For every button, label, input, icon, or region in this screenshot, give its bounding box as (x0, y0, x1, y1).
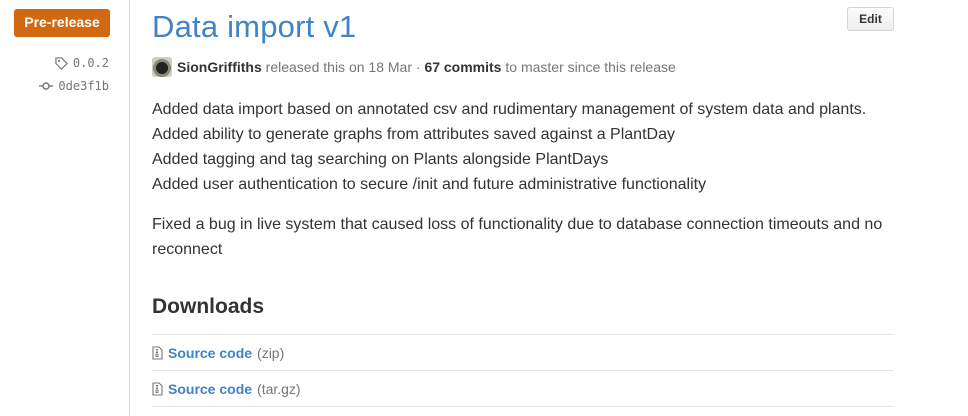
tag-name: 0.0.2 (72, 56, 109, 70)
pre-release-badge: Pre-release (14, 9, 110, 37)
file-zip-icon (152, 381, 163, 396)
release-byline: SionGriffiths released this on 18 Mar · … (152, 57, 676, 77)
download-link-label[interactable]: Source code (168, 345, 252, 361)
commit-sha: 0de3f1b (58, 79, 109, 93)
avatar[interactable] (152, 57, 172, 77)
download-format: (tar.gz) (257, 380, 301, 397)
download-item-zip[interactable]: Source code (zip) (152, 335, 894, 371)
release-note-line: Added tagging and tag searching on Plant… (152, 151, 609, 168)
release-sidebar: Pre-release 0.0.2 0de3f1b (0, 0, 130, 416)
release-notes: Added data import based on annotated csv… (152, 97, 894, 262)
release-note-line: Added data import based on annotated csv… (152, 101, 867, 118)
commits-suffix: to master since this release (505, 59, 676, 75)
release-note-line: Added ability to generate graphs from at… (152, 126, 675, 143)
author-link[interactable]: SionGriffiths (177, 59, 262, 75)
downloads-list: Source code (zip) Source code (tar.gz) (152, 334, 894, 407)
downloads-heading: Downloads (152, 295, 265, 318)
released-text: released this on 18 Mar (265, 59, 412, 75)
tag-icon (55, 56, 68, 70)
edit-button[interactable]: Edit (847, 7, 894, 31)
git-commit-icon (39, 81, 54, 91)
release-note-fix: Fixed a bug in live system that caused l… (152, 216, 883, 258)
release-title[interactable]: Data import v1 (152, 9, 356, 45)
tag-link[interactable]: 0.0.2 (55, 56, 109, 70)
commit-link[interactable]: 0de3f1b (39, 79, 109, 93)
file-zip-icon (152, 345, 163, 360)
download-item-targz[interactable]: Source code (tar.gz) (152, 371, 894, 407)
release-note-line: Added user authentication to secure /ini… (152, 176, 707, 193)
commits-count-link[interactable]: 67 commits (424, 59, 501, 75)
download-format: (zip) (257, 344, 285, 361)
download-link-label[interactable]: Source code (168, 381, 252, 397)
